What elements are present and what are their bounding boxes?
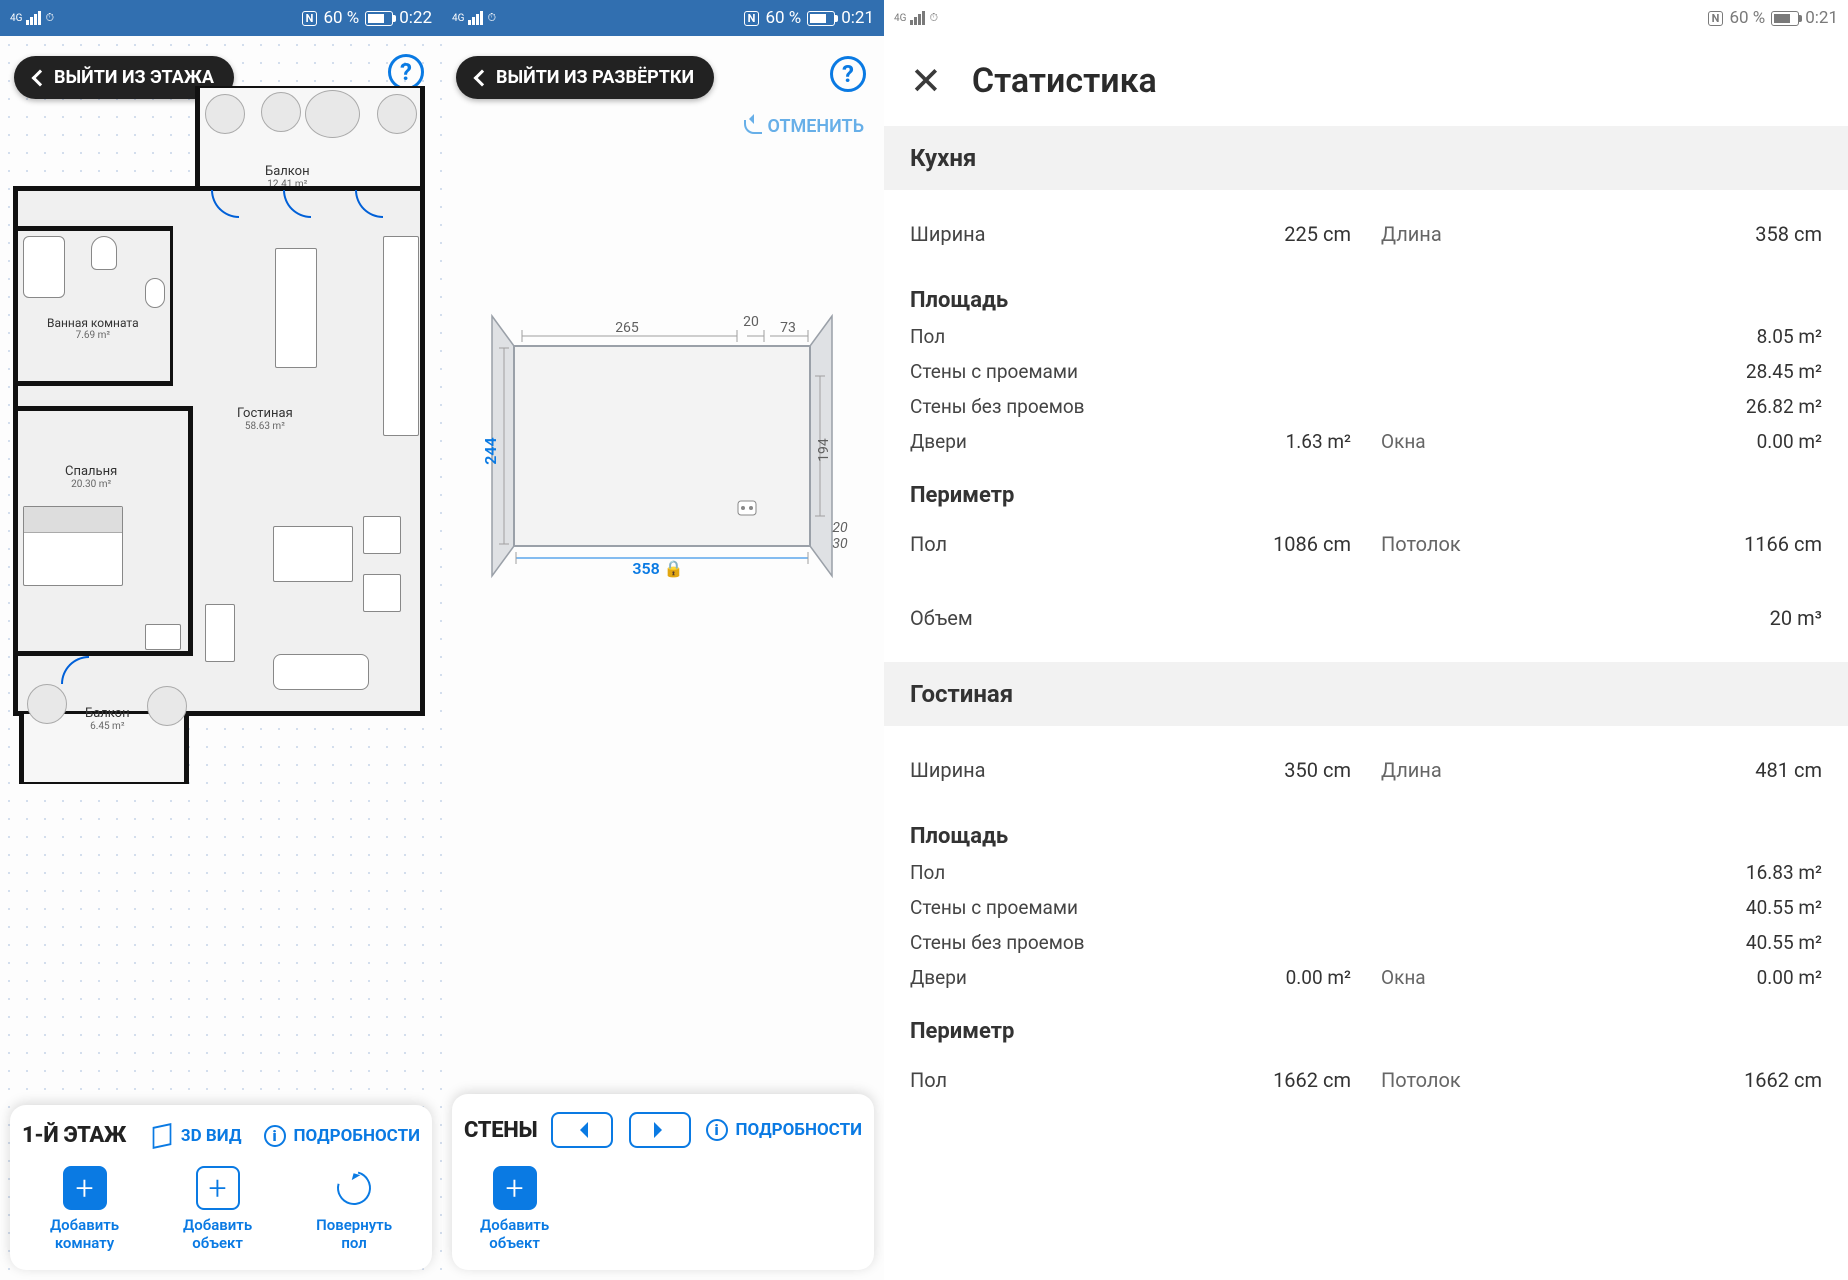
svg-text:265: 265 xyxy=(615,320,639,336)
section-living: Гостиная xyxy=(884,662,1848,726)
details-button[interactable]: iПОДРОБНОСТИ xyxy=(264,1125,421,1147)
cube-icon xyxy=(151,1125,173,1147)
chevron-left-icon xyxy=(32,69,49,86)
details-button[interactable]: iПОДРОБНОСТИ xyxy=(706,1119,863,1141)
close-button[interactable]: ✕ xyxy=(910,59,942,104)
3d-view-button[interactable]: 3D ВИД xyxy=(151,1125,242,1147)
triangle-left-icon xyxy=(572,1122,588,1138)
wall-prev-button[interactable] xyxy=(551,1112,613,1148)
battery-icon xyxy=(365,11,393,26)
svg-text:73: 73 xyxy=(780,320,796,336)
battery-icon xyxy=(807,11,835,26)
floor-title: 1-Й ЭТАЖ xyxy=(22,1123,126,1148)
triangle-right-icon xyxy=(654,1122,670,1138)
help-button[interactable]: ? xyxy=(830,56,866,92)
wall-next-button[interactable] xyxy=(629,1112,691,1148)
battery-icon xyxy=(1771,11,1799,26)
svg-text:194: 194 xyxy=(816,438,832,462)
add-object-button[interactable]: +Добавить объект xyxy=(480,1166,549,1252)
undo-button[interactable]: ОТМЕНИТЬ xyxy=(744,116,864,137)
stats-list[interactable]: Кухня Ширина225 cmДлина358 cm Площадь По… xyxy=(884,126,1848,1280)
info-icon: i xyxy=(264,1125,286,1147)
nfc-icon: N xyxy=(302,11,318,26)
status-bar: 4G⏱ N60 %0:21 xyxy=(442,0,884,36)
info-icon: i xyxy=(706,1119,728,1141)
svg-text:20: 20 xyxy=(743,314,759,330)
rotate-floor-button[interactable]: Повернуть пол xyxy=(316,1166,392,1252)
svg-text:30: 30 xyxy=(832,536,848,552)
rotate-icon xyxy=(331,1165,377,1211)
section-kitchen: Кухня xyxy=(884,126,1848,190)
plus-icon: + xyxy=(75,1172,93,1204)
floorplan-canvas[interactable]: Балкон12.41 m² Ванная комната7.69 m² Гос… xyxy=(5,86,437,786)
exit-unwrap-button[interactable]: ВЫЙТИ ИЗ РАЗВЁРТКИ xyxy=(456,56,714,99)
plus-icon: + xyxy=(506,1172,524,1204)
status-bar: 4G⏱ N60 %0:21 xyxy=(884,0,1848,36)
svg-text:244: 244 xyxy=(481,437,500,464)
stats-title: Статистика xyxy=(972,61,1157,101)
walls-bottom-card: СТЕНЫ iПОДРОБНОСТИ +Добавить объект xyxy=(452,1094,874,1270)
floor-bottom-card: 1-Й ЭТАЖ 3D ВИД iПОДРОБНОСТИ +Добавить к… xyxy=(10,1105,432,1270)
undo-icon xyxy=(744,120,762,134)
svg-text:20: 20 xyxy=(832,520,848,536)
walls-title: СТЕНЫ xyxy=(464,1118,537,1143)
svg-text:358 🔒: 358 🔒 xyxy=(632,559,683,578)
plus-icon: + xyxy=(209,1172,227,1204)
help-button[interactable]: ? xyxy=(388,54,424,90)
wall-elevation[interactable]: 265 20 73 244 194 20 30 358 🔒 xyxy=(472,286,852,606)
chevron-left-icon xyxy=(474,69,491,86)
status-bar: 4G⏱ N60 %0:22 xyxy=(0,0,442,36)
add-room-button[interactable]: +Добавить комнату xyxy=(50,1166,119,1252)
add-object-button[interactable]: +Добавить объект xyxy=(183,1166,252,1252)
